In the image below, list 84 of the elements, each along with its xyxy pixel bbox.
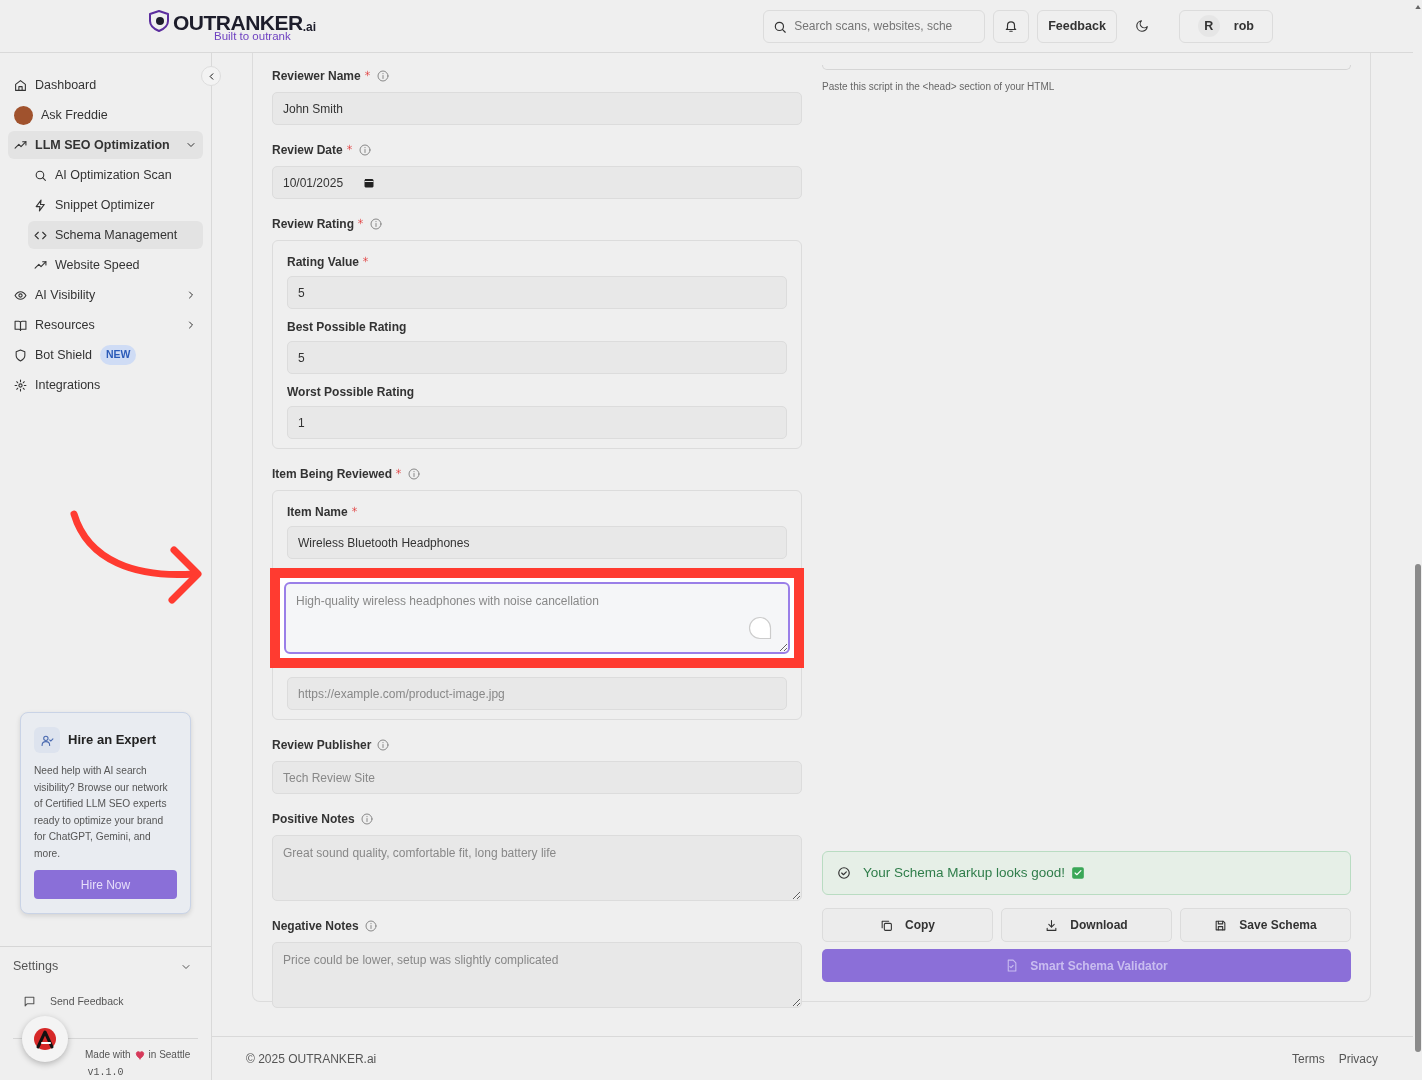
field-label: Worst Possible Rating: [287, 384, 415, 401]
book-icon: [14, 318, 27, 332]
promo-text: Need help with AI search visibility? Browse our network of Certified LLM SEO experts ready to optimize your brand for ChatGPT, Gemini, and more.: [34, 764, 169, 861]
sidebar-item[interactable]: AI Visibility: [8, 281, 203, 309]
sidebar-item[interactable]: Resources: [8, 311, 203, 339]
calendar-icon: [363, 176, 376, 189]
copyright-text: © 2025 OUTRANKER.ai: [246, 1050, 377, 1068]
field-label: Item Being Reviewed: [272, 466, 393, 483]
sidebar-subitem[interactable]: Snippet Optimizer: [28, 191, 203, 219]
field-label: Review Publisher: [272, 737, 372, 754]
lightning-icon: [34, 198, 47, 212]
home-icon: [14, 78, 27, 92]
sidebar-subitem[interactable]: AI Optimization Scan: [28, 161, 203, 189]
date-field[interactable]: 10/01/2025: [272, 166, 802, 199]
copy-button[interactable]: Copy: [822, 908, 993, 942]
field-label: Item Name: [287, 504, 348, 521]
field-label: Review Date: [272, 142, 343, 159]
user-menu-button[interactable]: R rob: [1178, 9, 1273, 43]
location-text: in Seattle: [148, 1048, 191, 1062]
text-field[interactable]: John Smith: [272, 92, 802, 125]
sidebar-item[interactable]: LLM SEO Optimization: [8, 131, 203, 159]
sidebar-item[interactable]: Ask Freddie: [8, 101, 203, 129]
scroll-thumb[interactable]: [1414, 564, 1421, 1052]
download-button[interactable]: Download: [1001, 908, 1172, 942]
field-label: Reviewer Name: [272, 68, 361, 85]
heart-icon: [134, 1049, 145, 1060]
trend-icon: [34, 258, 47, 272]
app-logo-button[interactable]: [22, 1016, 68, 1062]
sidebar-subitem[interactable]: Schema Management: [28, 221, 203, 249]
sidebar-item[interactable]: Integrations: [8, 371, 203, 399]
footer-link[interactable]: Terms: [1292, 1049, 1325, 1068]
field-label: Positive Notes: [272, 811, 355, 828]
made-with-text: Made with: [85, 1048, 131, 1062]
search-icon: [34, 168, 47, 182]
check-box-icon: [1071, 866, 1086, 880]
feedback-button[interactable]: Feedback: [1037, 9, 1117, 43]
save-schema-button[interactable]: Save Schema: [1180, 908, 1351, 942]
shield-logo-icon: [147, 9, 171, 34]
version-text: v1.1.0: [86, 1066, 125, 1080]
footer-link[interactable]: Privacy: [1338, 1049, 1378, 1068]
gear-icon: [14, 378, 27, 392]
logo-tagline: Built to outrank: [214, 31, 291, 43]
user-name: rob: [1233, 17, 1254, 35]
logo-icon: [33, 1027, 57, 1051]
status-message: Your Schema Markup looks good!: [863, 863, 1066, 882]
sidebar-item[interactable]: Dashboard: [8, 71, 203, 99]
script-hint: Paste this script in the <head> section of your HTML: [822, 80, 1056, 94]
settings-toggle[interactable]: Settings: [13, 957, 198, 976]
save-icon: [1214, 918, 1228, 932]
field-label: Best Possible Rating: [287, 319, 407, 336]
check-circle-icon: [837, 866, 851, 880]
text-field[interactable]: 5: [287, 276, 787, 309]
avatar: [14, 105, 33, 125]
field-label: Review Rating: [272, 216, 355, 233]
sidebar-item[interactable]: Bot Shield NEW: [8, 341, 203, 369]
scroll-up-icon[interactable]: [1413, 3, 1422, 11]
sidebar-subitem[interactable]: Website Speed: [28, 251, 203, 279]
field-label: Rating Value: [287, 254, 360, 271]
eye-icon: [14, 288, 27, 302]
notifications-button[interactable]: [993, 9, 1030, 43]
search-field[interactable]: Search scans, websites, sche: [763, 9, 986, 43]
new-badge: NEW: [100, 345, 137, 365]
text-field[interactable]: 1: [287, 406, 787, 439]
text-field[interactable]: https://example.com/product-image.jpg: [287, 677, 787, 710]
download-icon: [1045, 918, 1059, 932]
copy-icon: [880, 918, 893, 932]
text-field[interactable]: Tech Review Site: [272, 761, 802, 794]
bell-icon: [1004, 19, 1019, 34]
promo-title: Hire an Expert: [68, 731, 157, 750]
file-check-icon: [1005, 959, 1019, 972]
text-field[interactable]: Wireless Bluetooth Headphones: [287, 526, 787, 559]
field-label: Negative Notes: [272, 918, 359, 935]
text-field[interactable]: 5: [287, 341, 787, 374]
text-area[interactable]: High-quality wireless headphones with noise cancellation: [284, 582, 790, 654]
collapse-sidebar-button[interactable]: [201, 66, 221, 86]
user-avatar: R: [1197, 15, 1220, 37]
logo-suffix: .ai: [302, 21, 316, 34]
user-check-icon: [40, 733, 54, 747]
chat-icon: [23, 995, 36, 1009]
search-icon: [773, 19, 788, 34]
send-feedback-link[interactable]: Send Feedback: [23, 993, 124, 1010]
shield-icon: [14, 348, 27, 362]
trend-icon: [14, 138, 27, 152]
moon-icon: [1134, 19, 1149, 34]
